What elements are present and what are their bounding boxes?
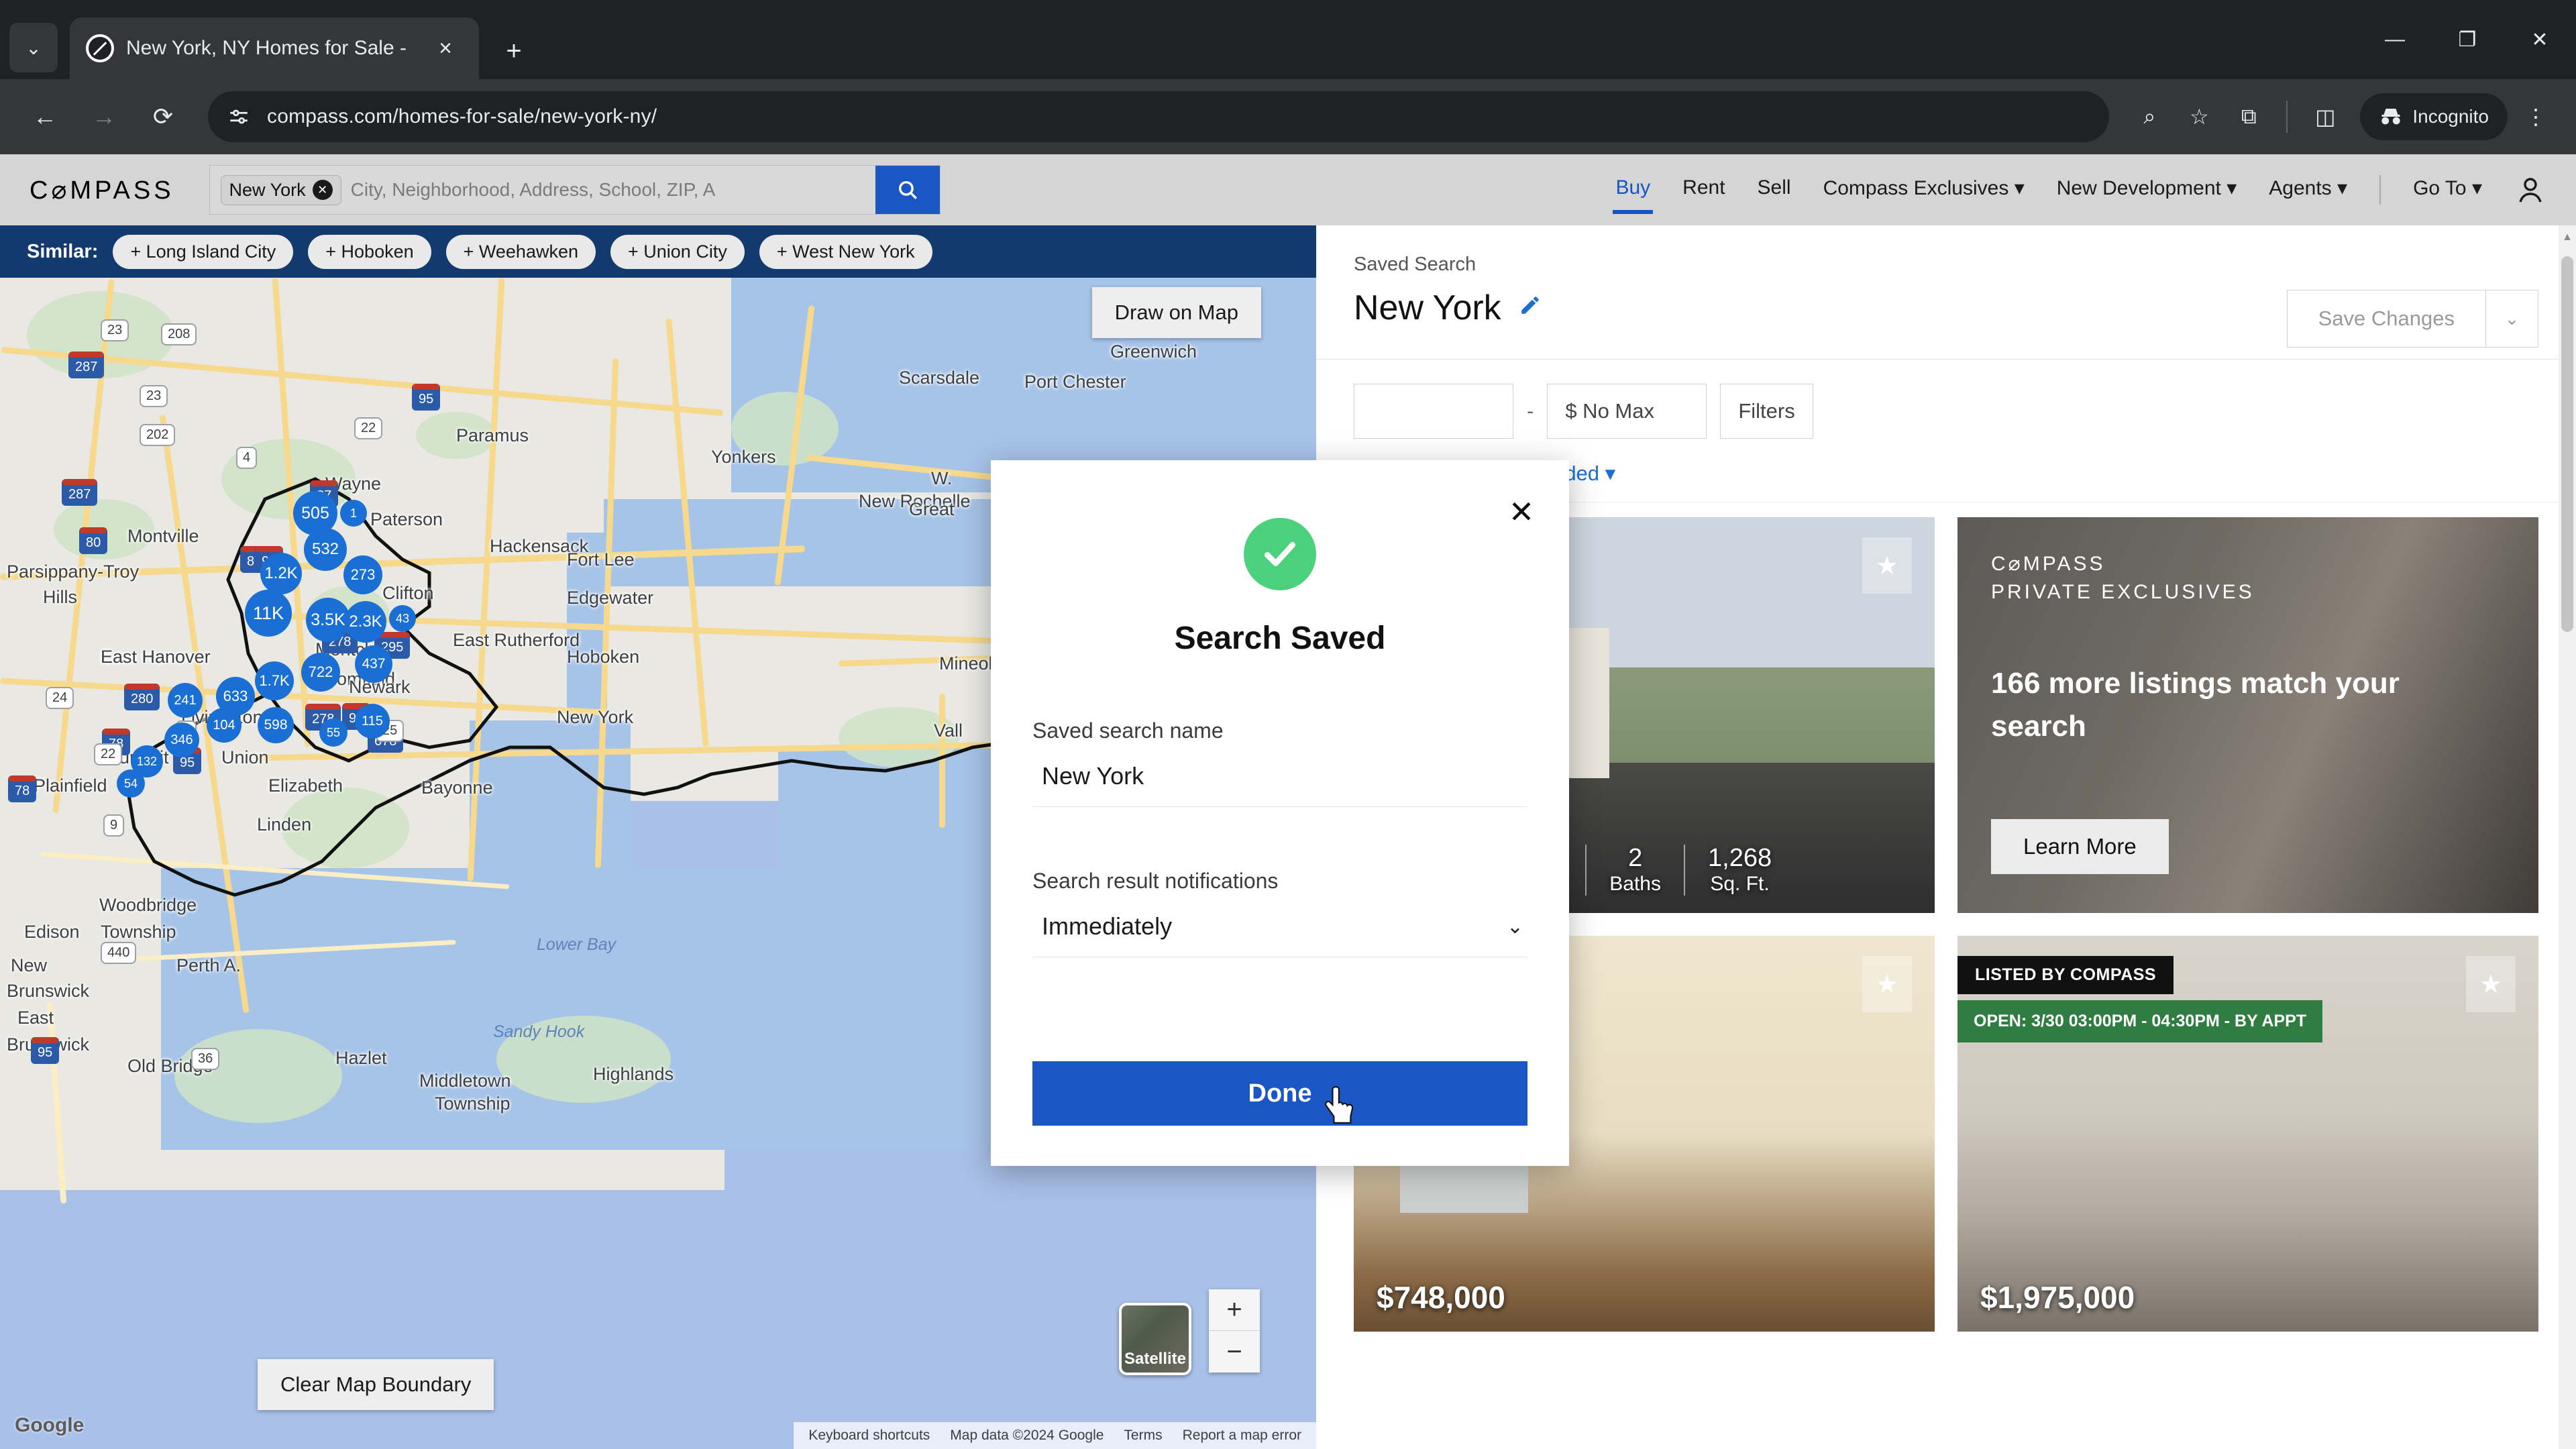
- close-icon[interactable]: ✕: [1503, 494, 1540, 530]
- notifications-select[interactable]: Immediately ⌄: [1032, 894, 1527, 957]
- dialog-title: Search Saved: [1174, 621, 1386, 656]
- chevron-down-icon: ⌄: [1506, 915, 1523, 938]
- saved-search-name-label: Saved search name: [1032, 718, 1224, 743]
- checkmark-icon: [1244, 518, 1316, 590]
- notifications-value: Immediately: [1042, 912, 1173, 940]
- mouse-cursor: [1325, 1085, 1356, 1124]
- done-button[interactable]: Done: [1032, 1061, 1527, 1126]
- search-saved-dialog: ✕ Search Saved Saved search name New Yor…: [991, 460, 1569, 1166]
- notifications-label: Search result notifications: [1032, 869, 1279, 893]
- saved-search-name-input[interactable]: New York: [1032, 743, 1527, 807]
